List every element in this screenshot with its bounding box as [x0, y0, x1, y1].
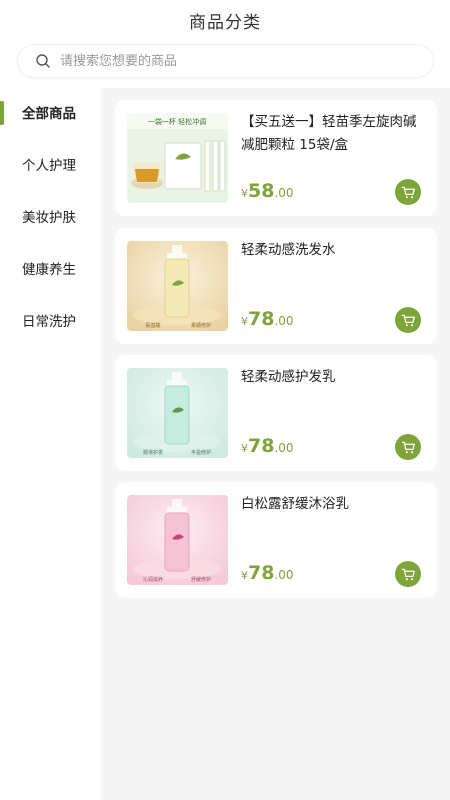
product-price: ¥58.00 — [241, 180, 294, 202]
product-price: ¥78.00 — [241, 562, 294, 584]
price-integer: 58 — [248, 180, 275, 202]
product-card[interactable]: 氨基酸 柔顺修护 轻柔动感洗发水 ¥78.00 — [115, 228, 437, 344]
image-tag: 舒缓修护 — [191, 576, 211, 583]
add-to-cart-button[interactable] — [395, 179, 421, 205]
product-image: 沁润滋养 舒缓修护 — [127, 495, 228, 585]
category-sidebar: 全部商品 个人护理 美妆护肤 健康养生 日常洗护 — [0, 88, 101, 800]
price-decimal: .00 — [274, 314, 294, 328]
sidebar-item-label: 个人护理 — [22, 158, 76, 174]
sidebar-item-label: 日常洗护 — [22, 314, 76, 330]
image-tag: 沁润滋养 — [143, 576, 163, 583]
currency-symbol: ¥ — [241, 569, 248, 582]
cart-icon — [401, 441, 415, 453]
sidebar-item-beauty[interactable]: 美妆护肤 — [0, 194, 101, 238]
currency-symbol: ¥ — [241, 442, 248, 455]
product-image: 氨基酸 柔顺修护 — [127, 241, 228, 331]
search-icon — [35, 53, 51, 69]
add-to-cart-button[interactable] — [395, 561, 421, 587]
add-to-cart-button[interactable] — [395, 307, 421, 333]
currency-symbol: ¥ — [241, 315, 248, 328]
price-decimal: .00 — [274, 568, 294, 582]
cart-icon — [401, 568, 415, 580]
product-price: ¥78.00 — [241, 308, 294, 330]
sidebar-item-label: 健康养生 — [22, 262, 76, 278]
product-image: 一袋一杯 轻松冲调 — [127, 113, 228, 203]
product-card[interactable]: 顺滑护发 丰盈修护 轻柔动感护发乳 ¥78.00 — [115, 355, 437, 471]
price-integer: 78 — [248, 435, 275, 457]
product-image: 顺滑护发 丰盈修护 — [127, 368, 228, 458]
product-name: 轻柔动感护发乳 — [241, 369, 336, 385]
product-card[interactable]: 沁润滋养 舒缓修护 白松露舒缓沐浴乳 ¥78.00 — [115, 482, 437, 598]
product-list: 一袋一杯 轻松冲调 【买五送一】轻苗季左旋肉碱减肥颗粒 15袋/盒 ¥58.00 — [101, 88, 450, 800]
currency-symbol: ¥ — [241, 187, 248, 200]
cart-icon — [401, 186, 415, 198]
image-tag: 氨基酸 — [145, 322, 160, 329]
search-bar[interactable] — [18, 45, 433, 77]
price-integer: 78 — [248, 308, 275, 330]
sidebar-item-label: 美妆护肤 — [22, 210, 76, 226]
product-name: 轻柔动感洗发水 — [241, 242, 336, 258]
image-tag: 丰盈修护 — [191, 449, 211, 456]
sidebar-item-daily-wash[interactable]: 日常洗护 — [0, 298, 101, 342]
cart-icon — [401, 314, 415, 326]
search-input[interactable] — [60, 49, 420, 73]
price-decimal: .00 — [274, 441, 294, 455]
sidebar-item-personal-care[interactable]: 个人护理 — [0, 142, 101, 186]
add-to-cart-button[interactable] — [395, 434, 421, 460]
image-banner-text: 一袋一杯 轻松冲调 — [148, 117, 206, 126]
sidebar-item-all[interactable]: 全部商品 — [0, 90, 101, 134]
product-name: 白松露舒缓沐浴乳 — [241, 496, 349, 512]
page-title: 商品分类 — [189, 13, 261, 33]
sidebar-item-health[interactable]: 健康养生 — [0, 246, 101, 290]
product-price: ¥78.00 — [241, 435, 294, 457]
product-card[interactable]: 一袋一杯 轻松冲调 【买五送一】轻苗季左旋肉碱减肥颗粒 15袋/盒 ¥58.00 — [115, 100, 437, 216]
price-integer: 78 — [248, 562, 275, 584]
image-tag: 柔顺修护 — [191, 322, 211, 329]
price-decimal: .00 — [274, 186, 294, 200]
image-tag: 顺滑护发 — [143, 449, 163, 456]
sidebar-item-label: 全部商品 — [22, 106, 76, 122]
product-name: 【买五送一】轻苗季左旋肉碱减肥颗粒 15袋/盒 — [241, 114, 417, 153]
header: 商品分类 — [0, 0, 450, 40]
